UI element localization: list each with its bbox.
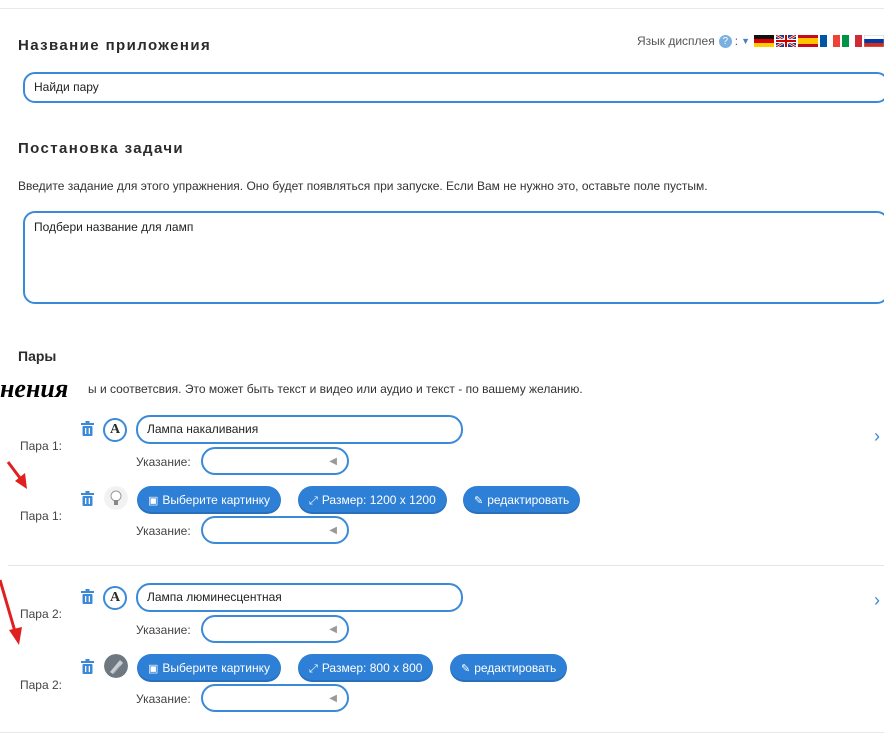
pair-separator — [8, 565, 884, 566]
speaker-icon[interactable]: ◀ — [329, 450, 337, 474]
es-flag-icon[interactable] — [798, 35, 818, 47]
pair-1-label-image: Пара 1: — [20, 509, 62, 523]
pairs-title: Пары — [18, 348, 57, 364]
edit-button[interactable]: ✎ редактировать — [463, 486, 581, 514]
select-image-label: Выберите картинку — [162, 493, 271, 507]
red-arrow-2 — [0, 579, 18, 636]
red-arrow-2-head — [9, 627, 22, 645]
pair-2-text-value: Лампа люминесцентная — [147, 590, 282, 604]
pair-1-text-input[interactable]: Лампа накаливания — [136, 415, 463, 444]
fluorescent-lamp-image-thumbnail — [104, 654, 128, 678]
size-label: Размер: 1200 x 1200 — [321, 493, 436, 507]
hint-input[interactable]: ◀ — [201, 684, 349, 712]
text-type-icon[interactable]: A — [103, 418, 127, 442]
hint-label: Указание: — [136, 524, 191, 538]
pairs-help-text: ы и соответсвия. Это может быть текст и … — [88, 382, 583, 396]
pair-2-text-input[interactable]: Лампа люминесцентная — [136, 583, 463, 612]
it-flag-icon[interactable] — [842, 35, 862, 47]
hint-input[interactable]: ◀ — [201, 615, 349, 643]
select-image-label: Выберите картинку — [162, 661, 271, 675]
select-image-button[interactable]: ▣ Выберите картинку — [137, 486, 282, 514]
ru-flag-icon[interactable] — [864, 35, 884, 47]
hint-label: Указание: — [136, 692, 191, 706]
uk-flag-icon[interactable] — [776, 35, 796, 47]
trash-icon[interactable] — [81, 589, 94, 604]
speaker-icon[interactable]: ◀ — [329, 618, 337, 642]
overlay-caption: нения — [0, 375, 73, 403]
pair-1-label: Пара 1: — [20, 439, 62, 453]
chevron-down-icon[interactable]: ▼ — [741, 36, 750, 46]
de-flag-icon[interactable] — [754, 35, 774, 47]
task-title: Постановка задачи — [18, 140, 185, 157]
trash-icon[interactable] — [81, 659, 94, 674]
size-button[interactable]: ⤢ Размер: 800 x 800 — [298, 654, 434, 682]
pair-2-label-image: Пара 2: — [20, 678, 62, 692]
trash-icon[interactable] — [81, 421, 94, 436]
bottom-divider — [0, 732, 884, 733]
edit-label: редактировать — [487, 493, 570, 507]
task-textarea[interactable]: Подбери название для ламп — [23, 211, 884, 304]
edit-icon: ✎ — [461, 663, 471, 675]
edit-label: редактировать — [474, 661, 557, 675]
resize-icon: ⤢ — [309, 495, 318, 507]
help-icon[interactable]: ? — [718, 34, 732, 48]
select-image-button[interactable]: ▣ Выберите картинку — [137, 654, 282, 682]
trash-icon[interactable] — [81, 491, 94, 506]
image-icon: ▣ — [148, 663, 159, 675]
hint-label: Указание: — [136, 455, 191, 469]
pair-2-label: Пара 2: — [20, 607, 62, 621]
text-type-icon[interactable]: A — [103, 586, 127, 610]
speaker-icon[interactable]: ◀ — [329, 519, 337, 543]
edit-icon: ✎ — [474, 495, 484, 507]
language-selector[interactable]: Язык дисплея ? : ▼ — [637, 33, 884, 49]
pair-1-text-value: Лампа накаливания — [147, 422, 259, 436]
language-label: Язык дисплея — [636, 34, 715, 48]
hint-label: Указание: — [136, 623, 191, 637]
resize-icon: ⤢ — [309, 663, 318, 675]
fr-flag-icon[interactable] — [820, 35, 840, 47]
hint-input[interactable]: ◀ — [201, 516, 349, 544]
chevron-icon[interactable]: › — [874, 590, 880, 611]
red-arrows-overlay — [0, 461, 27, 645]
hint-input[interactable]: ◀ — [201, 447, 349, 475]
edit-button[interactable]: ✎ редактировать — [450, 654, 568, 682]
top-divider — [0, 8, 884, 9]
task-help-text: Введите задание для этого упражнения. Он… — [18, 179, 708, 193]
size-button[interactable]: ⤢ Размер: 1200 x 1200 — [298, 486, 447, 514]
language-colon: : — [734, 34, 739, 48]
app-name-title: Название приложения — [18, 37, 212, 54]
chevron-icon[interactable]: › — [874, 426, 880, 447]
app-name-input[interactable]: Найди пару — [23, 72, 884, 103]
size-label: Размер: 800 x 800 — [321, 661, 423, 675]
speaker-icon[interactable]: ◀ — [329, 687, 337, 711]
lightbulb-image-thumbnail — [104, 486, 128, 510]
image-icon: ▣ — [148, 495, 159, 507]
